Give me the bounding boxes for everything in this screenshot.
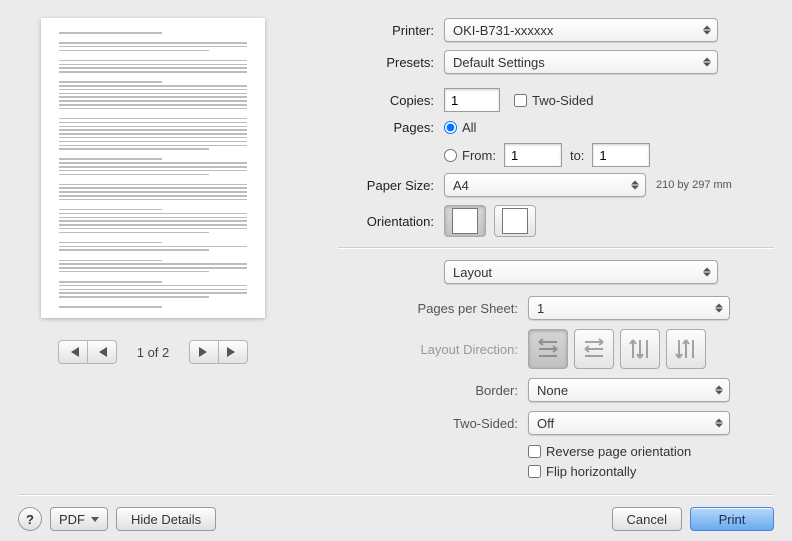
pages-from-label: From: <box>462 148 496 163</box>
printer-select[interactable]: OKI-B731-xxxxxx <box>444 18 718 42</box>
pages-from-input[interactable] <box>504 143 562 167</box>
layout-dir-icon-2 <box>583 338 605 360</box>
pdf-menu-button[interactable]: PDF <box>50 507 108 531</box>
first-page-button[interactable] <box>58 340 88 364</box>
layout-dir-1[interactable] <box>528 329 568 369</box>
reverse-orientation-label: Reverse page orientation <box>546 444 691 459</box>
printer-label: Printer: <box>338 23 434 38</box>
dropdown-triangle-icon <box>91 517 99 522</box>
section-select[interactable]: Layout <box>444 260 718 284</box>
pages-to-label: to: <box>570 148 584 163</box>
layout-dir-icon-4 <box>675 338 697 360</box>
last-page-button[interactable] <box>219 340 248 364</box>
copies-label: Copies: <box>338 93 434 108</box>
orientation-label: Orientation: <box>338 214 434 229</box>
paper-size-note: 210 by 297 mm <box>656 179 732 191</box>
reverse-orientation-checkbox[interactable] <box>528 445 541 458</box>
layout-dir-label: Layout Direction: <box>338 342 518 357</box>
page-preview <box>41 18 265 318</box>
two-sided-select[interactable]: Off <box>528 411 730 435</box>
layout-dir-4[interactable] <box>666 329 706 369</box>
divider <box>338 247 774 248</box>
two-sided-checkbox[interactable] <box>514 94 527 107</box>
preview-panel: 1 of 2 <box>18 18 288 484</box>
prev-page-button[interactable] <box>88 340 117 364</box>
layout-dir-2[interactable] <box>574 329 614 369</box>
portrait-icon <box>452 208 478 234</box>
copies-input[interactable] <box>444 88 500 112</box>
layout-dir-icon-1 <box>537 338 559 360</box>
paper-size-label: Paper Size: <box>338 178 434 193</box>
pps-select[interactable]: 1 <box>528 296 730 320</box>
print-button[interactable]: Print <box>690 507 774 531</box>
two-sided-cb-label: Two-Sided <box>532 93 593 108</box>
hide-details-button[interactable]: Hide Details <box>116 507 216 531</box>
help-button[interactable]: ? <box>18 507 42 531</box>
layout-dir-icon-3 <box>629 338 651 360</box>
pages-label: Pages: <box>338 120 434 135</box>
flip-horizontally-label: Flip horizontally <box>546 464 636 479</box>
pps-label: Pages per Sheet: <box>338 301 518 316</box>
presets-select[interactable]: Default Settings <box>444 50 718 74</box>
pages-all-label: All <box>462 120 476 135</box>
pages-all-radio[interactable] <box>444 121 457 134</box>
flip-horizontally-checkbox[interactable] <box>528 465 541 478</box>
two-sided-label: Two-Sided: <box>338 416 518 431</box>
paper-size-select[interactable]: A4 <box>444 173 646 197</box>
footer-divider <box>18 494 774 495</box>
orientation-portrait[interactable] <box>444 205 486 237</box>
presets-label: Presets: <box>338 55 434 70</box>
pages-from-radio[interactable] <box>444 149 457 162</box>
settings-panel: Printer: OKI-B731-xxxxxx Presets: Defaul… <box>288 18 774 484</box>
pages-to-input[interactable] <box>592 143 650 167</box>
border-label: Border: <box>338 383 518 398</box>
border-select[interactable]: None <box>528 378 730 402</box>
next-page-button[interactable] <box>189 340 219 364</box>
orientation-landscape[interactable] <box>494 205 536 237</box>
cancel-button[interactable]: Cancel <box>612 507 682 531</box>
landscape-icon <box>502 208 528 234</box>
page-indicator: 1 of 2 <box>123 345 183 360</box>
layout-dir-3[interactable] <box>620 329 660 369</box>
